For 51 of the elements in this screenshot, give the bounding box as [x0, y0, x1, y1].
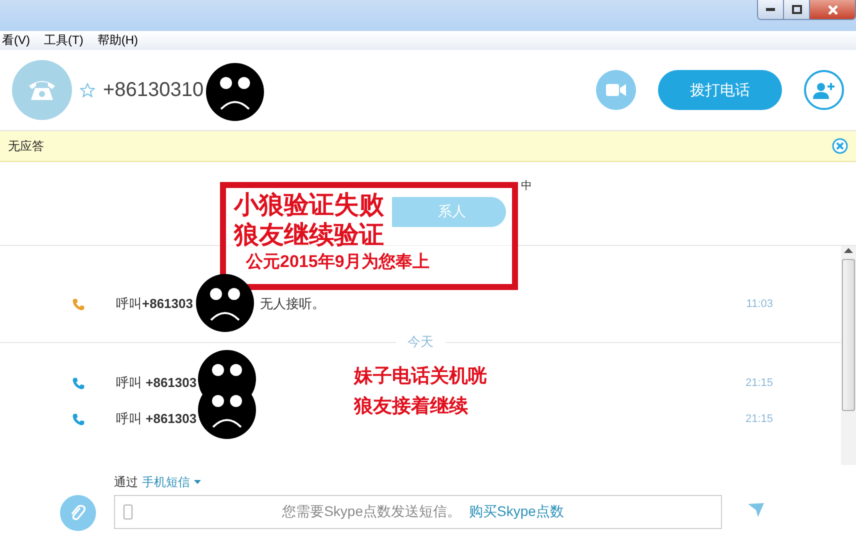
- notice-text: 无应答: [8, 138, 44, 154]
- call-time: 21:15: [745, 377, 773, 389]
- call-text: 呼叫 +861303: [116, 374, 198, 392]
- contact-name: +86130310: [103, 78, 204, 102]
- message-hint: 您需要Skype点数发送短信。: [282, 503, 461, 521]
- menu-item[interactable]: 帮助(H): [97, 32, 138, 49]
- maximize-icon: [792, 5, 802, 14]
- stamp-text: 公元2015年9月为您奉上: [246, 251, 430, 273]
- mobile-phone-icon: [123, 504, 133, 520]
- call-time: 11:03: [746, 298, 773, 310]
- annotation-text: 狼友接着继续: [354, 394, 469, 419]
- phone-icon: [72, 376, 85, 390]
- maximize-button[interactable]: [784, 0, 810, 19]
- via-dropdown[interactable]: 手机短信: [142, 474, 190, 490]
- call-text: 呼叫+861303: [116, 295, 194, 313]
- star-icon[interactable]: [80, 82, 95, 98]
- video-camera-icon: [606, 84, 626, 96]
- call-text: 呼叫 +861303: [116, 410, 198, 428]
- frown-face-icon: [206, 63, 264, 121]
- phone-icon: [72, 298, 85, 310]
- stamp-text: 小狼验证失败: [234, 190, 384, 220]
- scrollbar[interactable]: [841, 246, 856, 465]
- frown-face-icon: [196, 274, 254, 332]
- call-detail: 无人接听。: [260, 295, 326, 313]
- via-label: 通过: [114, 474, 138, 490]
- minimize-button[interactable]: [758, 0, 784, 19]
- close-icon: [828, 4, 838, 14]
- call-time: 21:15: [745, 413, 773, 425]
- annotation-text: 妹子电话关机咣: [354, 364, 487, 389]
- day-divider-label: 今天: [396, 333, 446, 351]
- menu-item[interactable]: 看(V): [2, 32, 30, 49]
- call-button[interactable]: 拨打电话: [658, 70, 782, 110]
- add-contact-button[interactable]: [804, 70, 844, 110]
- menu-item[interactable]: 工具(T): [44, 32, 84, 49]
- scrollbar-thumb[interactable]: [842, 259, 855, 411]
- minimize-icon: [766, 8, 775, 11]
- close-icon[interactable]: [832, 138, 848, 154]
- paperclip-icon: [70, 504, 86, 522]
- video-call-button[interactable]: [596, 70, 636, 110]
- buy-credit-link[interactable]: 购买Skype点数: [469, 503, 564, 521]
- send-icon[interactable]: [748, 503, 764, 517]
- close-button[interactable]: [810, 0, 855, 19]
- add-person-icon: [813, 81, 835, 99]
- attach-button[interactable]: [60, 495, 96, 531]
- phone-icon: [72, 412, 85, 426]
- request-status: 中: [521, 179, 532, 193]
- stamp-text: 狼友继续验证: [234, 220, 384, 250]
- telephone-icon: [27, 78, 57, 102]
- scroll-up-icon[interactable]: [844, 248, 853, 253]
- caret-icon[interactable]: [194, 480, 201, 484]
- message-field[interactable]: 您需要Skype点数发送短信。 购买Skype点数: [114, 495, 722, 529]
